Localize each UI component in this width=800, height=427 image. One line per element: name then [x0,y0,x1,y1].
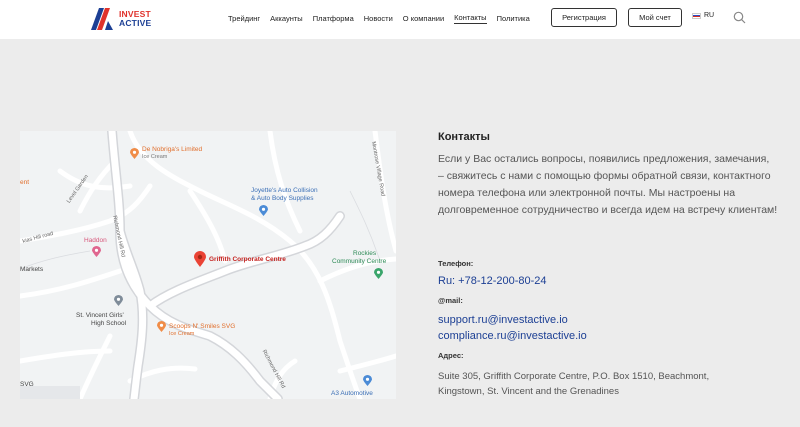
address-label: Адрес: [438,351,464,360]
language-label: RU [704,12,715,19]
logo-line2: ACTIVE [119,18,152,28]
map-label-svg: SVG [20,381,34,388]
map-label-scoops-sub: Ice Cream [169,331,195,337]
map-label-joyette-2: & Auto Body Supplies [251,195,314,202]
nav-contacts[interactable]: Контакты [454,13,487,24]
phone-value[interactable]: Ru: +78-12-200-80-24 [438,275,547,287]
map-label-a3: A3 Automotive [331,390,373,397]
my-account-button[interactable]: Мой счет [628,8,682,27]
ice-cream-pin-icon-2[interactable] [157,321,166,332]
map-label-joyette-1: Joyette's Auto Collision [251,187,318,194]
map-label-ment: ent [20,179,30,186]
map-label-school-2: High School [91,320,127,327]
email-support-link[interactable]: support.ru@investactive.io [438,314,568,326]
logo-text: INVEST ACTIVE [119,10,151,28]
map-roads [20,131,396,399]
map-label-school-1: St. Vincent Girls' [76,312,124,319]
map-label-rockies-1: Rockies [353,250,377,257]
address-value: Suite 305, Griffith Corporate Centre, P.… [438,371,710,397]
map-label-denobriga-sub: Ice Cream [142,154,168,160]
map-label-markets: Markets [20,266,44,273]
contacts-title: Контакты [438,131,490,143]
mail-label: @mail: [438,296,463,305]
language-selector[interactable]: RU [692,12,714,19]
contacts-description: Если у Вас остались вопросы, появились п… [438,153,778,216]
map-label-rockies-2: Community Centre [332,258,387,265]
nav-trading[interactable]: Трейдинг [228,14,260,23]
map-label-denobriga: De Nobriga's Limited [142,146,203,153]
nav-platform[interactable]: Платформа [313,14,354,23]
email-compliance-link[interactable]: compliance.ru@investactive.io [438,330,587,342]
main-nav: Трейдинг Аккаунты Платформа Новости О ко… [228,0,540,36]
location-pin-icon[interactable] [194,251,206,267]
contacts-section: Контакты Если у Вас остались вопросы, по… [438,131,778,397]
car-repair-pin-icon[interactable] [259,205,268,216]
map-label-griffith: Griffith Corporate Centre [209,256,286,263]
logo-icon [91,8,113,30]
register-button[interactable]: Регистрация [551,8,617,27]
map-label-haddon: Haddon [84,237,107,244]
nav-policy[interactable]: Политика [497,14,530,23]
phone-label: Телефон: [438,259,474,268]
search-icon[interactable] [733,11,746,29]
car-pin-icon[interactable] [363,375,372,386]
nav-news[interactable]: Новости [364,14,393,23]
map-label-scoops: Scoops N' Smiles SVG [169,323,236,330]
russia-flag-icon [692,12,701,19]
school-pin-icon[interactable] [114,295,123,306]
ice-cream-pin-icon[interactable] [130,148,139,159]
nav-about[interactable]: О компании [403,14,444,23]
logo[interactable]: INVEST ACTIVE [91,7,151,31]
hotel-pin-icon[interactable] [92,246,101,257]
location-map[interactable]: De Nobriga's Limited Ice Cream ent Montr… [20,131,396,399]
nav-accounts[interactable]: Аккаунты [270,14,303,23]
site-header: INVEST ACTIVE Трейдинг Аккаунты Платформ… [0,0,800,39]
community-pin-icon[interactable] [374,268,383,279]
